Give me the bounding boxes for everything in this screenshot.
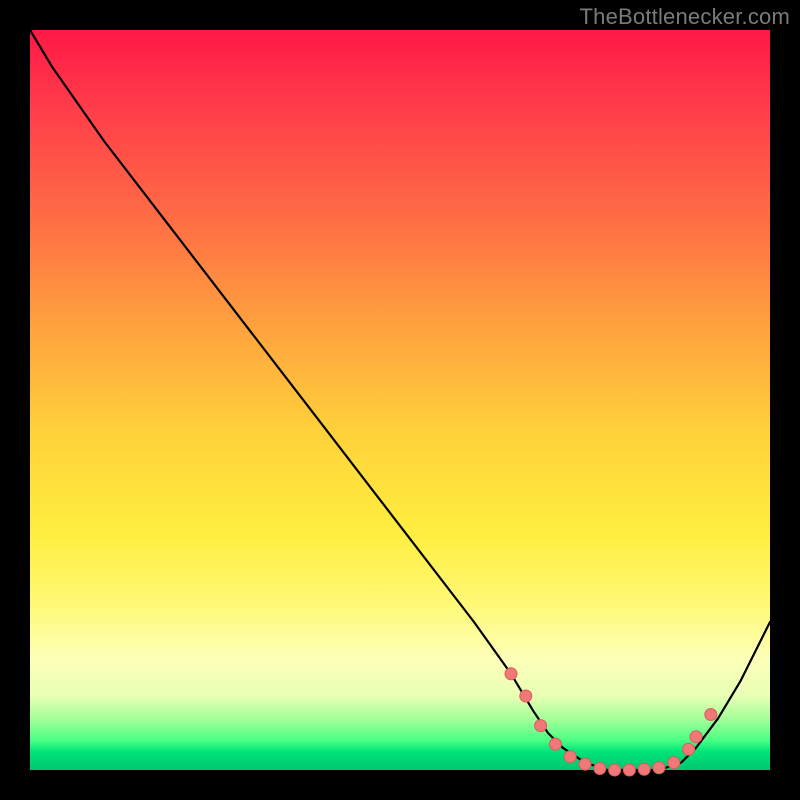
curve-marker	[579, 758, 591, 770]
curve-marker	[668, 757, 680, 769]
curve-marker	[535, 720, 547, 732]
curve-marker	[564, 751, 576, 763]
curve-marker	[690, 731, 702, 743]
chart-stage: TheBottlenecker.com	[0, 0, 800, 800]
plot-area	[30, 30, 770, 770]
curve-marker	[594, 763, 606, 775]
curve-marker	[683, 743, 695, 755]
curve-marker	[653, 762, 665, 774]
curve-marker	[505, 668, 517, 680]
bottleneck-curve	[30, 30, 770, 770]
curve-svg	[30, 30, 770, 770]
curve-marker	[520, 690, 532, 702]
curve-marker	[609, 764, 621, 776]
curve-marker	[638, 763, 650, 775]
curve-marker	[623, 764, 635, 776]
curve-marker	[705, 709, 717, 721]
curve-marker	[549, 738, 561, 750]
attribution-text: TheBottlenecker.com	[580, 4, 790, 30]
